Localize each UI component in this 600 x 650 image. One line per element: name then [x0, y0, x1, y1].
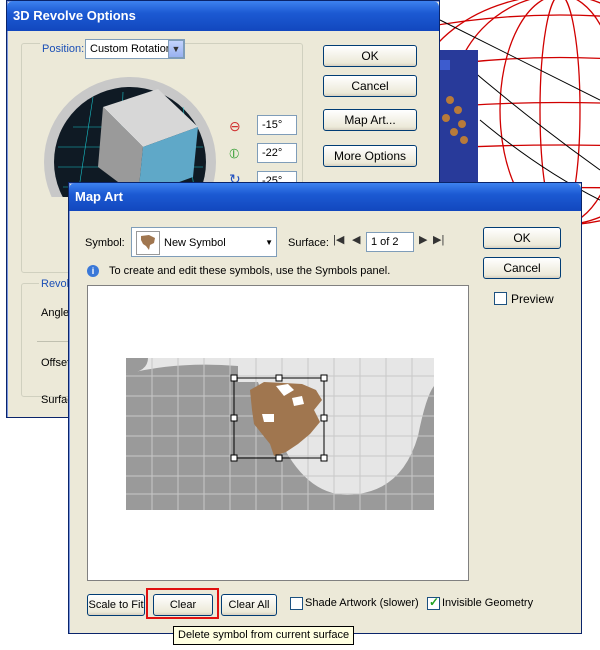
next-surface-icon[interactable]: ▶	[419, 233, 427, 246]
shade-artwork-checkbox[interactable]	[290, 597, 303, 610]
ok-button[interactable]: OK	[323, 45, 417, 67]
invisible-geometry-checkbox[interactable]: ✓	[427, 595, 440, 610]
shade-artwork-label: Shade Artwork (slower)	[305, 597, 419, 609]
symbol-thumbnail	[136, 231, 160, 255]
chevron-down-icon[interactable]: ▼	[168, 40, 184, 58]
surface-input[interactable]: 1 of 2	[366, 232, 414, 252]
scale-to-fit-button[interactable]: Scale to Fit	[87, 594, 145, 616]
invisible-geometry-label: Invisible Geometry	[442, 597, 534, 609]
surface-label: Surface:	[288, 237, 329, 249]
info-icon: i	[87, 265, 99, 277]
previous-surface-icon[interactable]: ◀	[352, 233, 360, 246]
last-surface-icon[interactable]: ▶|	[433, 233, 444, 246]
first-surface-icon[interactable]: |◀	[333, 233, 344, 246]
symbol-select[interactable]: New Symbol ▼	[131, 227, 277, 257]
x-rotation-value: -15°	[262, 119, 283, 131]
y-axis-rotation-icon: ⦶	[229, 145, 240, 161]
surface-value: 1 of 2	[371, 236, 399, 248]
more-options-button[interactable]: More Options	[323, 145, 417, 167]
checkmark-icon: ✓	[429, 595, 440, 609]
angle-label: Angle	[41, 307, 70, 319]
info-text: To create and edit these symbols, use th…	[109, 265, 391, 277]
map-art-dialog-title: Map Art	[69, 183, 581, 211]
cancel-button[interactable]: Cancel	[483, 257, 561, 279]
map-art-dialog: Map Art Symbol: New Symbol ▼ Surface: |◀…	[68, 182, 582, 634]
map-art-button[interactable]: Map Art...	[323, 109, 417, 131]
clear-all-button[interactable]: Clear All	[221, 594, 277, 616]
position-label: Position:	[40, 43, 87, 55]
surface-map-preview[interactable]	[88, 286, 468, 580]
symbol-select-value: New Symbol	[164, 237, 226, 249]
cancel-button[interactable]: Cancel	[323, 75, 417, 97]
preview-label: Preview	[511, 292, 554, 306]
chevron-down-icon[interactable]: ▼	[265, 234, 273, 252]
x-axis-rotation-icon: ⊖	[229, 118, 241, 134]
x-rotation-input[interactable]: -15°	[257, 115, 297, 135]
y-rotation-input[interactable]: -22°	[257, 143, 297, 163]
rotation-cube-preview[interactable]	[43, 67, 217, 197]
north-america-thumbnail-icon	[141, 235, 155, 250]
clear-button-highlight	[146, 588, 219, 619]
revolve-dialog-title: 3D Revolve Options	[7, 1, 439, 31]
map-art-canvas[interactable]	[87, 285, 469, 581]
offset-label: Offset	[41, 357, 71, 369]
ok-button[interactable]: OK	[483, 227, 561, 249]
position-select-value: Custom Rotation	[90, 43, 172, 55]
clear-tooltip: Delete symbol from current surface	[173, 626, 355, 645]
preview-checkbox[interactable]	[494, 292, 507, 305]
symbol-label: Symbol:	[85, 237, 125, 249]
y-rotation-value: -22°	[262, 147, 283, 159]
